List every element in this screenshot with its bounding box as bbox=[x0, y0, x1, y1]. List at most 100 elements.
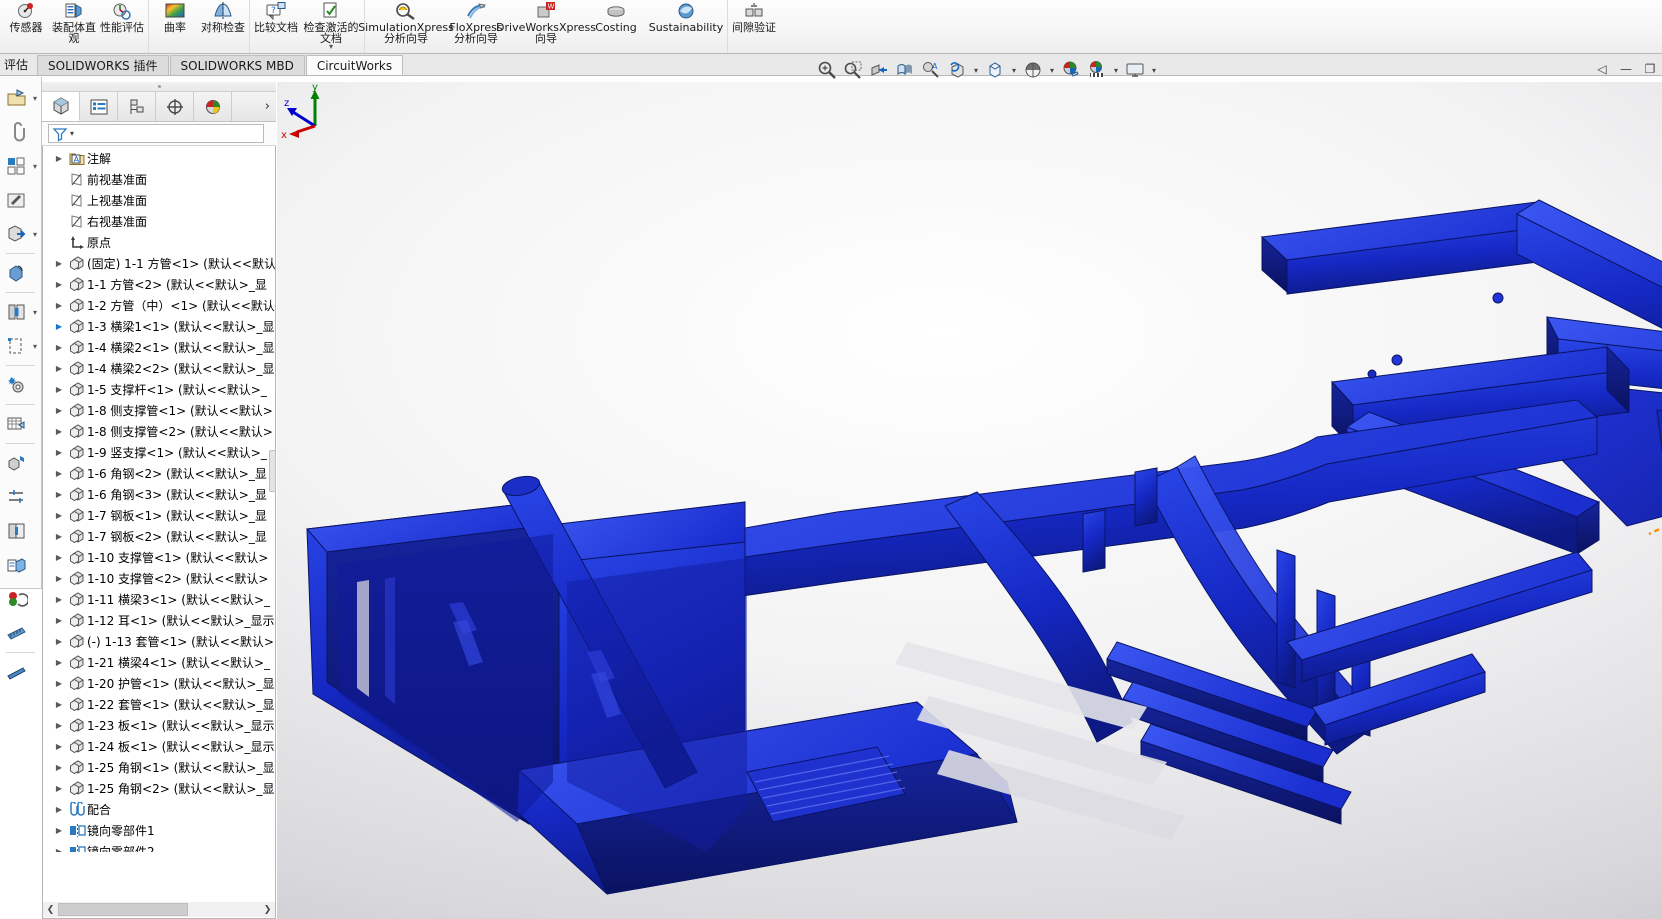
scroll-left-arrow-icon[interactable]: ❮ bbox=[43, 905, 58, 915]
scroll-right-arrow-icon[interactable]: ❯ bbox=[260, 905, 275, 915]
view-orientation-icon[interactable] bbox=[893, 58, 917, 82]
feature-tree-node[interactable]: 右视基准面 bbox=[43, 211, 275, 232]
zoom-to-area-icon[interactable] bbox=[841, 58, 865, 82]
ribbon-button-assembly-visualization[interactable]: 装配体直观 bbox=[50, 0, 98, 44]
rail-clearance-verify[interactable] bbox=[0, 548, 41, 582]
expand-arrow-icon[interactable]: ▶ bbox=[51, 700, 67, 709]
expand-arrow-icon[interactable]: ▶ bbox=[51, 826, 67, 835]
chevron-down-icon[interactable]: ▾ bbox=[1149, 58, 1159, 82]
expand-arrow-icon[interactable]: ▶ bbox=[51, 553, 67, 562]
expand-arrow-icon[interactable]: ▶ bbox=[51, 322, 67, 331]
expand-arrow-icon[interactable]: ▶ bbox=[51, 469, 67, 478]
feature-tree-node[interactable]: ▶配合 bbox=[43, 799, 275, 820]
tree-tab-configuration-manager[interactable] bbox=[118, 92, 156, 121]
rail-measure[interactable] bbox=[0, 616, 41, 650]
feature-tree-node[interactable]: ▶1-4 横梁2<1> (默认<<默认>_显 bbox=[43, 337, 275, 358]
feature-tree-node[interactable]: ▶1-22 套管<1> (默认<<默认>_显 bbox=[43, 694, 275, 715]
scrollbar-thumb[interactable] bbox=[58, 903, 188, 916]
ribbon-button-symmetry-check[interactable]: 对称检查 bbox=[199, 0, 247, 33]
feature-tree-node[interactable]: ▶1-8 侧支撑管<2> (默认<<默认> bbox=[43, 421, 275, 442]
zoom-to-fit-icon[interactable] bbox=[815, 58, 839, 82]
rail-bill-of-materials[interactable] bbox=[0, 407, 41, 441]
expand-arrow-icon[interactable]: ▶ bbox=[51, 742, 67, 751]
feature-tree-node[interactable]: ▶1-10 支撑管<2> (默认<<默认> bbox=[43, 568, 275, 589]
expand-arrow-icon[interactable]: ▶ bbox=[51, 301, 67, 310]
chevron-down-icon[interactable]: ▾ bbox=[70, 129, 74, 138]
window-minimize-button[interactable]: — bbox=[1618, 61, 1634, 77]
rail-show-hidden[interactable] bbox=[0, 256, 41, 290]
feature-tree-node[interactable]: ▶1-23 板<1> (默认<<默认>_显示 bbox=[43, 715, 275, 736]
feature-tree-node[interactable]: ▶1-1 方管<2> (默认<<默认>_显 bbox=[43, 274, 275, 295]
rail-assembly-features[interactable]: ▾ bbox=[0, 295, 41, 329]
chevron-down-icon[interactable]: ▾ bbox=[1009, 58, 1019, 82]
expand-arrow-icon[interactable]: ▶ bbox=[51, 406, 67, 415]
feature-tree-node[interactable]: ▶1-7 钢板<1> (默认<<默认>_显 bbox=[43, 505, 275, 526]
tree-tab-feature-manager[interactable] bbox=[42, 92, 80, 121]
rail-interference-detection[interactable] bbox=[0, 514, 41, 548]
display-mode-icon[interactable] bbox=[1123, 58, 1147, 82]
tree-tab-dimxpert-manager[interactable] bbox=[156, 92, 194, 121]
rail-new-motion-study[interactable] bbox=[0, 368, 41, 402]
chevron-down-icon[interactable]: ▾ bbox=[1047, 58, 1057, 82]
expand-arrow-icon[interactable]: ▶ bbox=[51, 784, 67, 793]
tab-solidworks-mbd[interactable]: SOLIDWORKS MBD bbox=[170, 55, 305, 75]
expand-arrow-icon[interactable]: ▶ bbox=[51, 763, 67, 772]
expand-arrow-icon[interactable]: ▶ bbox=[51, 532, 67, 541]
feature-tree-node[interactable]: ▶1-6 角钢<3> (默认<<默认>_显 bbox=[43, 484, 275, 505]
feature-tree-node[interactable]: ▶1-6 角钢<2> (默认<<默认>_显 bbox=[43, 463, 275, 484]
expand-arrow-icon[interactable]: ▶ bbox=[51, 364, 67, 373]
feature-tree-horizontal-scrollbar[interactable]: ❮ ❯ bbox=[43, 902, 275, 917]
window-restore-button[interactable]: ❐ bbox=[1642, 61, 1658, 77]
rail-open-assembly[interactable]: ▾ bbox=[0, 81, 41, 115]
feature-tree-node[interactable]: ▶A注解 bbox=[43, 148, 275, 169]
expand-arrow-icon[interactable]: ▶ bbox=[51, 490, 67, 499]
ribbon-button-performance-evaluation[interactable]: 性能评估 bbox=[98, 0, 146, 33]
expand-arrow-icon[interactable]: ▶ bbox=[51, 154, 67, 163]
expand-arrow-icon[interactable]: ▶ bbox=[51, 658, 67, 667]
feature-tree-node[interactable]: ▶镜向零部件2 bbox=[43, 841, 275, 852]
expand-arrow-icon[interactable]: ▶ bbox=[51, 343, 67, 352]
feature-tree-node[interactable]: ▶1-4 横梁2<2> (默认<<默认>_显 bbox=[43, 358, 275, 379]
display-style-icon[interactable]: A bbox=[919, 58, 943, 82]
feature-tree-node[interactable]: ▶1-5 支撑杆<1> (默认<<默认>_ bbox=[43, 379, 275, 400]
window-prev-button[interactable]: ◁ bbox=[1594, 61, 1610, 77]
rail-mate[interactable] bbox=[0, 115, 41, 149]
tab-solidworks-addins[interactable]: SOLIDWORKS 插件 bbox=[37, 55, 168, 75]
feature-tree-scroll-area[interactable]: ▶A注解前视基准面上视基准面右视基准面原点▶(固定) 1-1 方管<1> (默认… bbox=[43, 146, 275, 852]
expand-arrow-icon[interactable]: ▶ bbox=[51, 259, 67, 268]
feature-tree-node[interactable]: ▶镜向零部件1 bbox=[43, 820, 275, 841]
ribbon-button-sustainability[interactable]: Sustainability bbox=[647, 0, 725, 33]
tab-circuitworks[interactable]: CircuitWorks bbox=[306, 55, 403, 75]
chevron-down-icon[interactable]: ▾ bbox=[33, 342, 37, 351]
view-settings-icon[interactable] bbox=[1085, 58, 1109, 82]
tree-tab-property-manager[interactable] bbox=[80, 92, 118, 121]
feature-tree-node[interactable]: ▶1-10 支撑管<1> (默认<<默认> bbox=[43, 547, 275, 568]
feature-tree-node[interactable]: ▶1-24 板<1> (默认<<默认>_显示 bbox=[43, 736, 275, 757]
ribbon-button-clearance-verification[interactable]: 间隙验证 bbox=[730, 0, 778, 33]
ribbon-button-simulationxpress[interactable]: SimulationXpress 分析向导 bbox=[367, 0, 445, 44]
panel-drag-handle[interactable] bbox=[42, 82, 276, 92]
feature-tree-node[interactable]: 上视基准面 bbox=[43, 190, 275, 211]
expand-arrow-icon[interactable]: ▶ bbox=[51, 595, 67, 604]
feature-tree-node[interactable]: 原点 bbox=[43, 232, 275, 253]
section-view-icon[interactable] bbox=[867, 58, 891, 82]
chevron-down-icon[interactable]: ▾ bbox=[33, 308, 37, 317]
hide-show-items-icon[interactable] bbox=[983, 58, 1007, 82]
ribbon-button-sensor[interactable]: 传感器 bbox=[2, 0, 50, 33]
feature-tree-node[interactable]: ▶1-25 角钢<1> (默认<<默认>_显 bbox=[43, 757, 275, 778]
ribbon-button-check-active-document[interactable]: 检查激活的文档 ▾ bbox=[300, 0, 362, 50]
rail-ruler[interactable] bbox=[0, 655, 41, 689]
expand-arrow-icon[interactable]: ▶ bbox=[51, 511, 67, 520]
panel-splitter[interactable] bbox=[269, 450, 276, 492]
graphics-viewport[interactable]: y z x bbox=[277, 82, 1662, 919]
tree-tab-display-manager[interactable] bbox=[194, 92, 232, 121]
expand-arrow-icon[interactable]: ▶ bbox=[51, 616, 67, 625]
rail-move-component[interactable]: ▾ bbox=[0, 217, 41, 251]
feature-tree-node[interactable]: ▶1-2 方管（中）<1> (默认<<默认 bbox=[43, 295, 275, 316]
chevron-down-icon[interactable]: ▾ bbox=[33, 162, 37, 171]
rail-exploded-view[interactable] bbox=[0, 446, 41, 480]
feature-tree-node[interactable]: ▶1-7 钢板<2> (默认<<默认>_显 bbox=[43, 526, 275, 547]
ribbon-button-driveworksxpress[interactable]: W DriveWorksXpress 向导 bbox=[507, 0, 585, 44]
rotate-view-icon[interactable] bbox=[945, 58, 969, 82]
feature-tree-node[interactable]: 前视基准面 bbox=[43, 169, 275, 190]
